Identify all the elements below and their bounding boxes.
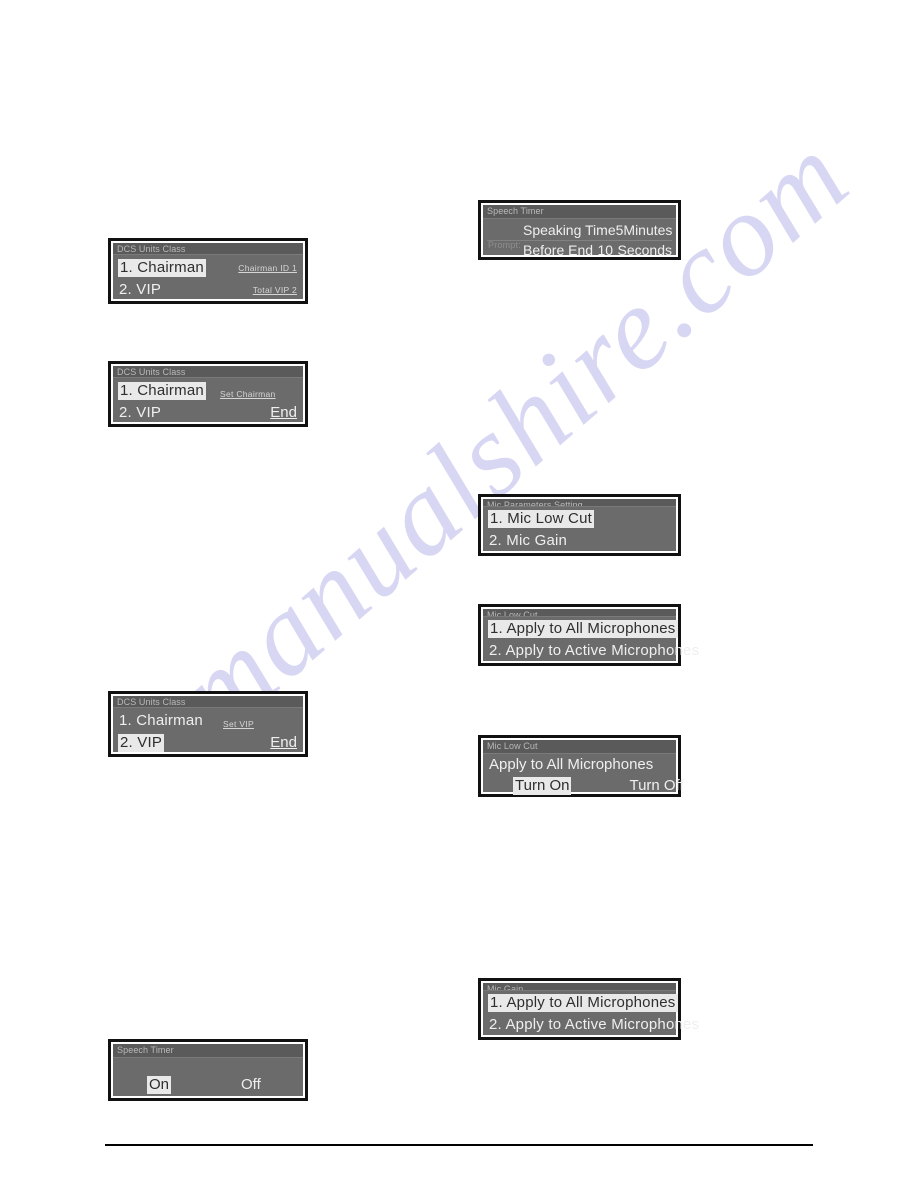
chairman-id-value: Chairman ID 1 <box>238 263 297 273</box>
list-item-label: 2. Apply to Active Microphones <box>489 1016 700 1033</box>
panel-mic-parameters-setting[interactable]: Mic Parameters Setting 1. Mic Low Cut 2.… <box>478 494 681 556</box>
panel-body: Prompt: Speaking Time 5 Minutes Before E… <box>483 219 676 258</box>
panel-body: Apply to All Microphones Turn On Turn Of… <box>483 754 684 795</box>
list-item-chairman[interactable]: 1. Chairman <box>113 710 303 732</box>
panel-speech-timer-prompt[interactable]: Speech Timer Prompt: Speaking Time 5 Min… <box>478 200 681 260</box>
list-item-label: 2. VIP <box>119 281 162 298</box>
panel-title: Mic Low Cut <box>483 609 676 617</box>
panel-title: Speech Timer <box>113 1044 303 1058</box>
panel-inner: DCS Units Class 1. Chairman 2. VIP Chair… <box>113 243 303 299</box>
list-item-apply-active[interactable]: 2. Apply to Active Microphones <box>483 1014 699 1036</box>
list-item-label: 1. Chairman <box>118 259 206 277</box>
speech-timer-options: On Off <box>113 1076 303 1094</box>
list-item-label: 1. Chairman <box>118 382 206 400</box>
panel-title: DCS Units Class <box>113 696 303 708</box>
panel-inner: Mic Low Cut 1. Apply to All Microphones … <box>483 609 699 662</box>
panel-inner: DCS Units Class 1. Chairman 2. VIP Set C… <box>113 366 303 422</box>
speaking-time-unit: Minutes <box>623 222 673 238</box>
panel-title: DCS Units Class <box>113 366 303 378</box>
panel-title: Speech Timer <box>483 205 676 219</box>
turn-options: Turn On Turn Off <box>483 777 684 795</box>
panel-body: 1. Apply to All Microphones 2. Apply to … <box>483 617 699 662</box>
option-on[interactable]: On <box>147 1076 172 1094</box>
panel-title: Mic Low Cut <box>483 740 676 754</box>
before-end-label: Before End <box>523 242 594 258</box>
before-end-row[interactable]: Before End 10 Seconds <box>523 241 672 260</box>
set-chairman-link[interactable]: Set Chairman <box>220 389 276 399</box>
before-end-value[interactable]: 10 <box>593 242 617 259</box>
before-end-unit: Seconds <box>617 242 672 258</box>
option-turn-on[interactable]: Turn On <box>513 777 572 795</box>
list-item-label: 1. Mic Low Cut <box>488 510 594 528</box>
list-item-label: 1. Apply to All Microphones <box>488 620 678 638</box>
panel-mic-low-cut-turn[interactable]: Mic Low Cut Apply to All Microphones Tur… <box>478 735 684 797</box>
list-item-label: 2. Mic Gain <box>489 532 568 549</box>
panel-body: 1. Mic Low Cut 2. Mic Gain <box>483 507 676 551</box>
panel-body: 1. Chairman 2. VIP Set VIP End <box>113 708 303 752</box>
option-off[interactable]: Off <box>239 1076 263 1094</box>
list-item-label: 1. Apply to All Microphones <box>488 994 678 1012</box>
apply-target-heading: Apply to All Microphones <box>489 756 654 773</box>
panel-body: 1. Chairman 2. VIP Set Chairman End <box>113 378 303 422</box>
panel-speech-timer-toggle[interactable]: Speech Timer On Off <box>108 1039 308 1101</box>
panel-inner: Speech Timer Prompt: Speaking Time 5 Min… <box>483 205 676 258</box>
list-item-mic-low-cut[interactable]: 1. Mic Low Cut <box>483 508 676 530</box>
panel-inner: Mic Low Cut Apply to All Microphones Tur… <box>483 740 684 795</box>
panel-title: Mic Gain <box>483 983 676 991</box>
end-button[interactable]: End <box>270 404 297 421</box>
panel-mic-low-cut-apply[interactable]: Mic Low Cut 1. Apply to All Microphones … <box>478 604 699 666</box>
speaking-time-label: Speaking Time <box>523 222 616 238</box>
list-item-apply-all[interactable]: 1. Apply to All Microphones <box>483 618 678 640</box>
option-turn-off[interactable]: Turn Off <box>627 777 685 795</box>
panel-inner: Speech Timer On Off <box>113 1044 303 1096</box>
total-vip-value: Total VIP 2 <box>252 285 297 295</box>
list-item-mic-gain[interactable]: 2. Mic Gain <box>483 530 676 552</box>
panel-mic-gain-apply[interactable]: Mic Gain 1. Apply to All Microphones 2. … <box>478 978 699 1040</box>
panel-body: 1. Apply to All Microphones 2. Apply to … <box>483 991 699 1036</box>
panel-body: On Off <box>113 1058 303 1096</box>
speaking-time-value[interactable]: 5 <box>616 222 624 239</box>
panel-inner: DCS Units Class 1. Chairman 2. VIP Set V… <box>113 696 303 752</box>
panel-dcs-units-class-set-chairman[interactable]: DCS Units Class 1. Chairman 2. VIP Set C… <box>108 361 308 427</box>
speaking-time-row[interactable]: Speaking Time 5 Minutes <box>523 221 672 240</box>
footer-divider <box>105 1144 813 1146</box>
panel-body: 1. Chairman 2. VIP Chairman ID 1 Total V… <box>113 255 303 299</box>
panel-title: DCS Units Class <box>113 243 303 255</box>
panel-inner: Mic Parameters Setting 1. Mic Low Cut 2.… <box>483 499 676 551</box>
list-item-label: 1. Chairman <box>119 712 203 729</box>
panel-inner: Mic Gain 1. Apply to All Microphones 2. … <box>483 983 699 1036</box>
panel-dcs-units-class-set-vip[interactable]: DCS Units Class 1. Chairman 2. VIP Set V… <box>108 691 308 757</box>
list-item-label: 2. VIP <box>119 404 162 421</box>
end-button[interactable]: End <box>270 734 297 751</box>
list-item-label: 2. VIP <box>118 734 165 752</box>
panel-dcs-units-class-ids[interactable]: DCS Units Class 1. Chairman 2. VIP Chair… <box>108 238 308 304</box>
panel-title: Mic Parameters Setting <box>483 499 676 507</box>
list-item-apply-active[interactable]: 2. Apply to Active Microphones <box>483 640 699 662</box>
prompt-label: Prompt: <box>488 240 521 250</box>
watermark-layer: manualshire.com <box>0 0 918 1188</box>
list-item-label: 2. Apply to Active Microphones <box>489 642 700 659</box>
list-item-apply-all[interactable]: 1. Apply to All Microphones <box>483 992 678 1014</box>
set-vip-link[interactable]: Set VIP <box>223 719 254 729</box>
